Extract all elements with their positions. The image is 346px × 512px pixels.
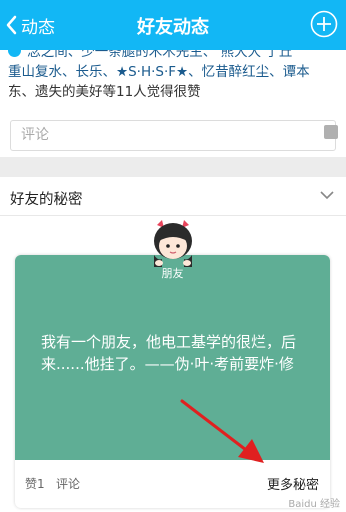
friend-secret-section: 好友的秘密 朋友 我有一个朋友，他电工基学的很烂，后来......他挂了。——伪… <box>0 177 346 512</box>
more-secrets-button[interactable]: 更多秘密 <box>267 474 319 493</box>
card-tag: 朋友 <box>161 267 184 280</box>
watermark: Baidu 经验 <box>288 499 340 510</box>
comment-input[interactable]: 评论 <box>10 120 336 151</box>
chevron-down-icon[interactable] <box>320 190 334 200</box>
likes-names-1b[interactable]: 熊大大 <box>221 50 262 60</box>
red-arrow-annotation-icon <box>180 399 264 463</box>
secret-text: 我有一个朋友，他电工基学的很烂，后来......他挂了。——伪·叶·考前要炸·修 <box>41 333 297 373</box>
girl-avatar-icon <box>154 220 192 267</box>
likes-names-2[interactable]: 重山复水、长乐、★S·H·S·F★、忆昔醉红尘、谭本 <box>8 62 338 82</box>
card-footer: 赞1 评论 更多秘密 <box>15 460 330 508</box>
add-icon[interactable] <box>310 10 338 38</box>
secret-card-body: 朋友 我有一个朋友，他电工基学的很烂，后来......他挂了。——伪·叶·考前要… <box>15 255 330 460</box>
page-title: 好友动态 <box>137 17 209 38</box>
likes-summary: 东、遗失的美好等11人觉得很赞 <box>8 82 338 102</box>
likes-names-1[interactable]: 念之间、少一条腿的木木先生、 <box>27 50 216 60</box>
comment-bar: 评论 <box>0 117 346 157</box>
section-gap <box>0 157 346 177</box>
likes-summary-text: 东、遗失的美好等11人觉得很赞 <box>8 84 201 100</box>
like-button[interactable]: 赞1 <box>25 475 45 492</box>
likes-list: 念之间、少一条腿的木木先生、 熊大大 了丘 重山复水、长乐、★S·H·S·F★、… <box>0 50 346 117</box>
secret-card[interactable]: 朋友 我有一个朋友，他电工基学的很烂，后来......他挂了。——伪·叶·考前要… <box>15 255 330 508</box>
likes-names-1c[interactable]: 了丘 <box>265 50 292 60</box>
send-icon[interactable] <box>324 125 338 139</box>
divider <box>0 215 346 216</box>
top-bar: 动态 好友动态 <box>0 0 346 50</box>
thumbs-up-icon <box>8 50 21 57</box>
section-title: 好友的秘密 <box>10 192 83 208</box>
likes-line-1: 念之间、少一条腿的木木先生、 熊大大 了丘 <box>8 50 338 62</box>
comment-button[interactable]: 评论 <box>56 475 80 492</box>
